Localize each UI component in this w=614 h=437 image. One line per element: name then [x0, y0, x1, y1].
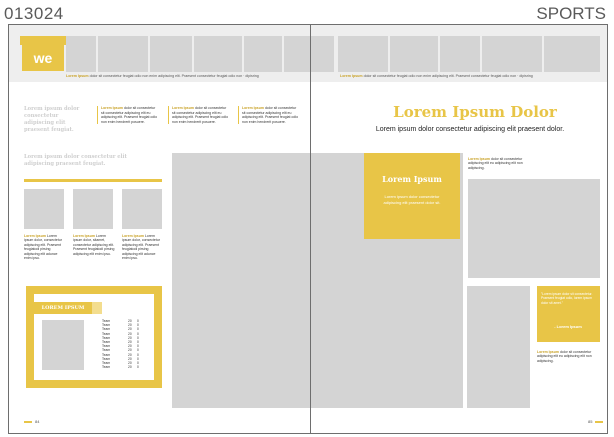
team-name: Team: [102, 365, 111, 370]
scoreboard-photo: [42, 320, 84, 370]
photo-caption: Lorem Ipsum Lorem ipsum dolor, consectet…: [122, 234, 160, 261]
banner-thumbnail: [440, 36, 480, 72]
score-row: Team 20 0: [102, 365, 146, 369]
side-note: Lorem Ipsum dolor sit consectetur adipis…: [468, 157, 523, 170]
banner-ticker-left: Lorem Ipsum dolor sit consectetur feugia…: [66, 74, 259, 78]
banner-thumbnail: [66, 36, 96, 72]
photo-caption: Lorem Ipsum Lorem ipsum dolor, sitamet, …: [73, 234, 115, 256]
banner-thumbnail: [150, 36, 192, 72]
issue-code: 013024: [4, 4, 64, 23]
feature-photo-left: [172, 153, 310, 408]
banner-thumbnail: [390, 36, 438, 72]
banner-thumbnail: [544, 36, 600, 72]
callout-text: Lorem ipsum dolor consectetur adipiscing…: [383, 194, 441, 205]
yellow-divider: [24, 179, 162, 182]
photo-placeholder: [24, 189, 64, 229]
banner-ticker-right: Lorem Ipsum dolor sit consectetur feugia…: [340, 74, 533, 78]
banner-thumbnail: [284, 36, 334, 72]
score-value: 0: [137, 365, 139, 370]
banner-thumbnail: [194, 36, 242, 72]
bottom-note: Lorem Ipsum dolor sit consectetur adipis…: [537, 350, 592, 363]
publication-logo: we: [22, 45, 64, 71]
pull-quote-author: - Lorem Ipsum: [554, 324, 582, 329]
feature-headline: Lorem Ipsum Dolor: [393, 103, 557, 121]
scoreboard-title: LOREM IPSUM: [34, 302, 92, 314]
banner-thumbnail: [98, 36, 148, 72]
photo-placeholder: [467, 286, 530, 408]
section-label: SPORTS: [536, 4, 606, 23]
intro-ghost-text: Lorem ipsum dolor consectetur adipiscing…: [24, 106, 80, 133]
sub-ghost-text: Lorem ipsum dolor consectetur elit adipi…: [24, 154, 127, 167]
photo-placeholder: [122, 189, 162, 229]
text-column: Lorem Ipsum dolor sit consectetur sit co…: [168, 106, 230, 125]
callout-title: Lorem Ipsum: [382, 174, 442, 184]
page-number-right: 85: [588, 419, 604, 424]
photo-placeholder: [73, 189, 113, 229]
text-column: Lorem Ipsum dolor sit consectetur sit co…: [238, 106, 300, 125]
feature-subheadline: Lorem ipsum dolor consectetur adipiscing…: [375, 126, 565, 133]
text-column: Lorem Ipsum dolor sit consectetur sit co…: [97, 106, 159, 125]
logo-tab: [20, 36, 66, 45]
banner-thumbnail: [482, 36, 542, 72]
page-number-left: 84: [24, 419, 39, 424]
score-value: 20: [128, 365, 132, 370]
banner-thumbnail: [244, 36, 282, 72]
banner-thumbnail: [338, 36, 388, 72]
photo-placeholder: [468, 179, 600, 278]
pull-quote-text: "Lorem ipsum dolor sit consectetur. Prae…: [541, 292, 593, 305]
score-table: Team 20 0 Team 20 0 Team 20 0 Team 20 0 Team 20 0 Team 2…: [102, 319, 146, 369]
photo-caption: Lorem Ipsum Lorem ipsum dolor, consectet…: [24, 234, 62, 261]
